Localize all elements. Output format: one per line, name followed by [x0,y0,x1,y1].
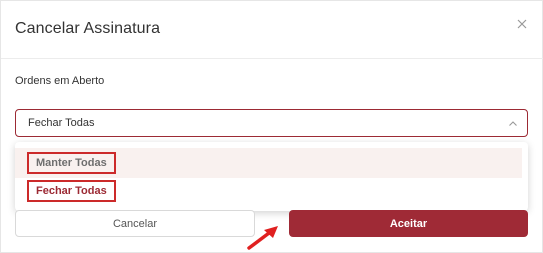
select-value: Fechar Todas [28,117,95,129]
header-divider [1,58,543,59]
chevron-up-icon [509,121,517,126]
accept-button[interactable]: Aceitar [289,210,528,237]
dropdown-option-label: Manter Todas [27,152,116,174]
dialog-title: Cancelar Assinatura [15,20,161,37]
dropdown-option-keep-all[interactable]: Manter Todas [15,148,522,178]
cancel-subscription-dialog: Cancelar Assinatura Ordens em Aberto Fec… [0,0,543,253]
open-orders-dropdown: Manter Todas Fechar Todas [15,142,528,211]
close-icon[interactable] [511,13,533,35]
pointer-arrow-icon [247,226,278,250]
open-orders-select[interactable]: Fechar Todas [15,109,528,137]
dropdown-option-label: Fechar Todas [27,180,116,202]
dropdown-option-close-all[interactable]: Fechar Todas [15,178,522,208]
cancel-button[interactable]: Cancelar [15,210,255,237]
open-orders-label: Ordens em Aberto [15,75,105,87]
